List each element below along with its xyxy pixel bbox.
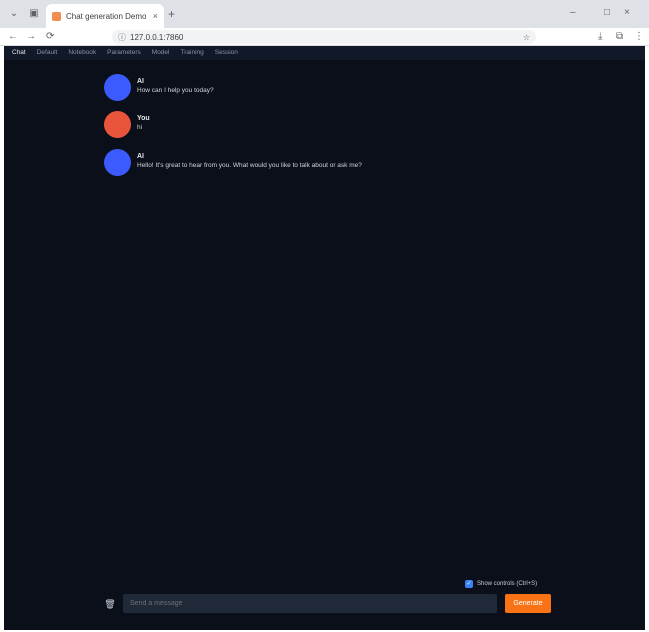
- address-bar[interactable]: ⓘ 127.0.0.1:7860 ☆: [112, 30, 536, 44]
- app-icon: ▣: [29, 8, 39, 19]
- chat-message-user: You hi: [104, 111, 150, 138]
- chat-message-bot: AI Hello! It's great to hear from you. W…: [104, 149, 362, 176]
- tab-title: Chat generation Demo: [66, 11, 147, 21]
- download-icon[interactable]: ⤓: [598, 30, 602, 44]
- message-author: AI: [137, 153, 144, 160]
- browser-toolbar: ← → ⟳ ⓘ 127.0.0.1:7860 ☆ ⤓ ⧉ ⋮: [0, 28, 649, 46]
- new-tab-icon[interactable]: +: [168, 8, 175, 20]
- browser-tab[interactable]: Chat generation Demo ×: [46, 4, 164, 28]
- back-icon[interactable]: ←: [8, 30, 18, 44]
- message-text: Hello! It's great to hear from you. What…: [137, 162, 362, 169]
- info-icon[interactable]: ⓘ: [118, 32, 126, 43]
- window-close-icon[interactable]: ×: [624, 7, 630, 18]
- bot-avatar: [104, 74, 131, 101]
- tab-parameters[interactable]: Parameters: [107, 46, 152, 60]
- message-composer: 🗑 Generate: [104, 594, 554, 614]
- show-controls-label: Show controls (Ctrl+S): [477, 581, 538, 587]
- message-author: You: [137, 115, 150, 122]
- tab-chat[interactable]: Chat: [12, 46, 37, 60]
- tab-session[interactable]: Session: [215, 46, 249, 60]
- tab-search-icon[interactable]: ⌄: [8, 8, 20, 20]
- tab-close-icon[interactable]: ×: [153, 11, 158, 21]
- favicon-icon: [52, 11, 61, 21]
- minimize-icon[interactable]: –: [570, 7, 576, 18]
- extensions-icon[interactable]: ⧉: [616, 30, 623, 44]
- forward-icon[interactable]: →: [26, 30, 36, 44]
- chat-message-bot: AI How can I help you today?: [104, 74, 214, 101]
- message-text: How can I help you today?: [137, 87, 214, 94]
- show-controls-toggle[interactable]: ✓ Show controls (Ctrl+S): [465, 580, 537, 588]
- message-author: AI: [137, 78, 144, 85]
- tab-notebook[interactable]: Notebook: [68, 46, 107, 60]
- bookmark-icon[interactable]: ☆: [523, 33, 530, 42]
- checkbox-checked-icon[interactable]: ✓: [465, 580, 473, 588]
- app-viewport: Chat Default Notebook Parameters Model T…: [4, 46, 645, 630]
- maximize-icon[interactable]: □: [604, 7, 610, 18]
- user-avatar: [104, 111, 131, 138]
- bot-avatar: [104, 149, 131, 176]
- tab-model[interactable]: Model: [152, 46, 181, 60]
- top-nav: Chat Default Notebook Parameters Model T…: [4, 46, 645, 60]
- browser-tab-strip: ⌄ ▣ Chat generation Demo × + – □ ×: [0, 0, 649, 28]
- tab-default[interactable]: Default: [37, 46, 69, 60]
- message-text: hi: [137, 124, 143, 131]
- url-text: 127.0.0.1:7860: [130, 32, 184, 42]
- generate-button[interactable]: Generate: [505, 594, 551, 613]
- message-input[interactable]: [123, 594, 497, 613]
- browser-menu-icon[interactable]: ⋮: [634, 30, 644, 44]
- trash-icon[interactable]: 🗑: [104, 598, 116, 610]
- reload-icon[interactable]: ⟳: [46, 30, 54, 44]
- tab-training[interactable]: Training: [181, 46, 215, 60]
